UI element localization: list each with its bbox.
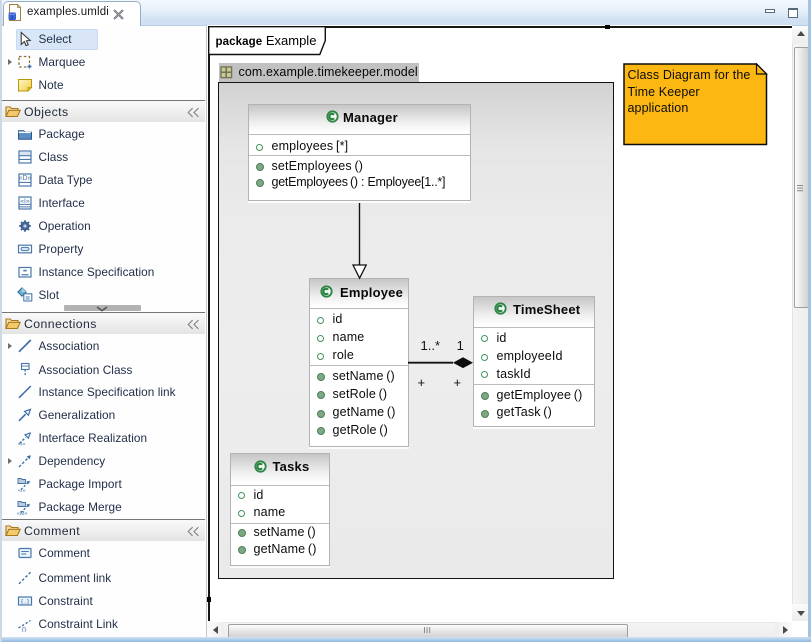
svg-text:«M»: «M» [17,510,28,514]
svg-text:«I»: «I» [18,441,26,446]
svg-text:{}: {} [22,626,27,631]
svg-text:{..}: {..} [21,598,30,605]
svg-text:«D»: «D» [19,175,32,182]
svg-text:«I»: «I» [20,197,30,204]
svg-text:«I»: «I» [18,487,26,491]
